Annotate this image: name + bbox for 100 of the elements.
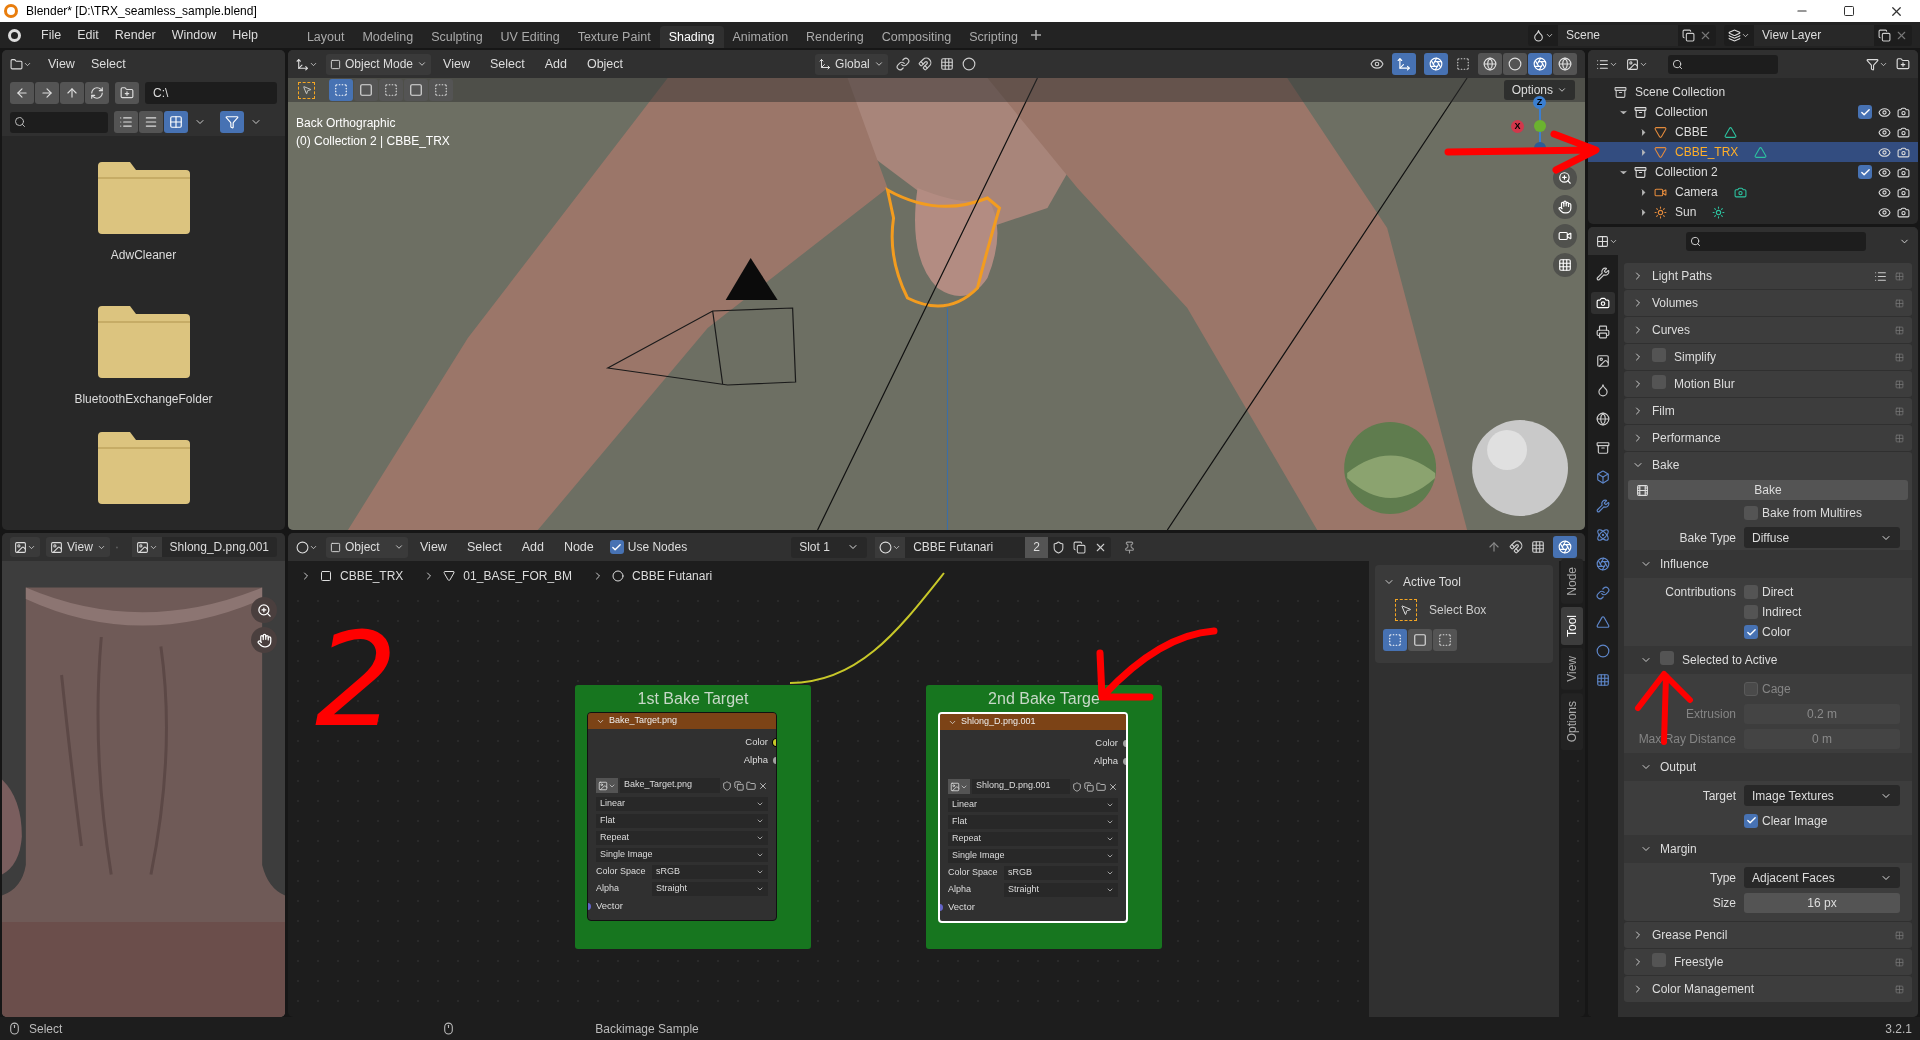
panel-header[interactable]: Grease Pencil: [1624, 922, 1912, 948]
checkbox[interactable]: [1858, 105, 1872, 119]
visibility-icon[interactable]: [1878, 125, 1891, 139]
panel-header[interactable]: Performance: [1624, 425, 1912, 451]
extend-selection-button[interactable]: [354, 79, 378, 101]
editor-type-icon[interactable]: [296, 57, 318, 71]
workspace-tab[interactable]: Sculpting: [422, 26, 492, 48]
node-dropdown[interactable]: Straight: [1004, 883, 1118, 897]
intersect-selection-button[interactable]: [429, 79, 453, 101]
margin-type-dropdown[interactable]: Adjacent Faces: [1744, 867, 1900, 888]
overlay-toggle-button[interactable]: [1424, 53, 1448, 75]
close-icon[interactable]: [758, 780, 768, 791]
panel-header[interactable]: Bake: [1624, 452, 1912, 478]
overlay-toggle-button[interactable]: [1553, 536, 1577, 558]
workspace-tab[interactable]: Texture Paint: [568, 26, 660, 48]
fake-user-icon[interactable]: [1072, 781, 1082, 792]
options-dropdown[interactable]: Options: [1503, 80, 1575, 100]
target-dropdown[interactable]: Image Textures: [1744, 785, 1900, 806]
chevron-icon[interactable]: [417, 59, 428, 69]
chevron-icon[interactable]: [873, 59, 884, 69]
fake-user-icon[interactable]: [1051, 540, 1065, 554]
duplicate-icon[interactable]: [1084, 781, 1094, 792]
subtract-selection-button[interactable]: [1433, 629, 1457, 651]
workspace-tab[interactable]: Rendering: [797, 26, 873, 48]
rendered-shading-button[interactable]: [1553, 53, 1577, 75]
panel-header[interactable]: Volumes: [1624, 290, 1912, 316]
thumbnail-list-button[interactable]: [139, 111, 163, 133]
close-icon[interactable]: [1108, 781, 1118, 792]
display-mode-icon[interactable]: [1626, 57, 1648, 71]
node-frame[interactable]: 1st Bake Target Bake_Target.png Color Alpha Bake_Target.png Linear Flat Repeat Single Image Color Space sRGB Alpha Straight Vector: [575, 685, 811, 949]
editor-type-icon[interactable]: [10, 57, 32, 71]
render-icon[interactable]: [1897, 165, 1910, 179]
folder-icon[interactable]: [95, 430, 192, 506]
outliner-row[interactable]: Collection 2: [1588, 162, 1918, 182]
parent-node-tree-icon[interactable]: [1487, 540, 1501, 554]
folder-icon[interactable]: [95, 304, 192, 380]
duplicate-icon[interactable]: [734, 780, 744, 791]
panel-header[interactable]: Motion Blur: [1624, 371, 1912, 397]
path-field[interactable]: C:\: [145, 82, 277, 104]
filter-icon[interactable]: [1866, 57, 1888, 71]
menu-item[interactable]: View: [412, 537, 455, 557]
orientation-dropdown[interactable]: Global: [815, 53, 888, 75]
snap-icon[interactable]: [917, 57, 932, 71]
view-layer-field[interactable]: View Layer: [1754, 24, 1874, 46]
gizmo-toggle-button[interactable]: [1392, 53, 1416, 75]
editor-type-icon[interactable]: [1596, 234, 1618, 248]
list-view-button[interactable]: [114, 111, 138, 133]
visibility-icon[interactable]: [1878, 185, 1891, 199]
node-dropdown[interactable]: sRGB: [1004, 866, 1118, 880]
workspace-tab[interactable]: Shading: [659, 26, 724, 48]
menu-item[interactable]: View: [40, 54, 83, 74]
image-name-field[interactable]: Bake_Target.png: [620, 778, 720, 793]
checkbox[interactable]: [1744, 813, 1758, 828]
panel-header[interactable]: Freestyle: [1624, 949, 1912, 975]
outliner-row[interactable]: CBBE_TRX: [1588, 142, 1918, 162]
menu-item[interactable]: Node: [555, 537, 602, 557]
new-collection-icon[interactable]: [1896, 57, 1910, 71]
scene-field[interactable]: Scene: [1558, 24, 1678, 46]
slot-dropdown[interactable]: Slot 1: [791, 536, 868, 558]
menu-item[interactable]: Render: [106, 25, 164, 45]
open-icon[interactable]: [746, 780, 756, 791]
menu-item[interactable]: Select: [82, 54, 134, 74]
node-dropdown[interactable]: Linear: [948, 798, 1118, 812]
render-tab-icon[interactable]: [1591, 292, 1615, 314]
blender-logo-icon[interactable]: [8, 28, 21, 42]
menu-item[interactable]: Help: [224, 25, 266, 45]
chevron-icon[interactable]: [394, 542, 404, 552]
sidebar-tab[interactable]: Options: [1561, 692, 1583, 750]
forward-button[interactable]: [35, 82, 59, 104]
visibility-icon[interactable]: [1878, 205, 1891, 219]
grid-view-button[interactable]: [164, 111, 188, 133]
solid-shading-button[interactable]: [1503, 53, 1527, 75]
visibility-icon[interactable]: [1370, 57, 1384, 71]
sidebar-tab[interactable]: View: [1561, 647, 1583, 690]
node-dropdown[interactable]: Flat: [596, 814, 768, 828]
presets-icon[interactable]: [1874, 269, 1887, 283]
mode-dropdown[interactable]: Object Mode: [326, 53, 432, 75]
wireframe-shading-button[interactable]: [1478, 53, 1502, 75]
user-count[interactable]: 2: [1025, 536, 1048, 558]
new-scene-icon[interactable]: [1682, 28, 1695, 42]
snap-icon[interactable]: [1509, 540, 1523, 554]
node-dropdown[interactable]: Repeat: [596, 831, 768, 845]
visibility-icon[interactable]: [1878, 145, 1891, 159]
render-icon[interactable]: [1897, 145, 1910, 159]
menu-item[interactable]: File: [33, 25, 70, 45]
refresh-button[interactable]: [85, 82, 109, 104]
material-preview-button[interactable]: [1528, 53, 1552, 75]
filter-button[interactable]: [220, 111, 244, 133]
image-browse-icon[interactable]: [131, 537, 162, 557]
checkbox[interactable]: [1660, 651, 1674, 665]
node-dropdown[interactable]: Flat: [948, 815, 1118, 829]
menu-item[interactable]: Add: [536, 54, 575, 74]
outliner-row[interactable]: Scene Collection: [1588, 82, 1918, 102]
workspace-tab[interactable]: Scripting: [960, 26, 1027, 48]
menu-item[interactable]: Window: [163, 25, 225, 45]
panel-header[interactable]: Light Paths: [1624, 263, 1912, 289]
sidebar-tab[interactable]: Tool: [1561, 606, 1583, 645]
workspace-tab[interactable]: Animation: [723, 26, 798, 48]
material-browse-icon[interactable]: [875, 536, 906, 558]
snap-target-icon[interactable]: [1531, 540, 1545, 554]
